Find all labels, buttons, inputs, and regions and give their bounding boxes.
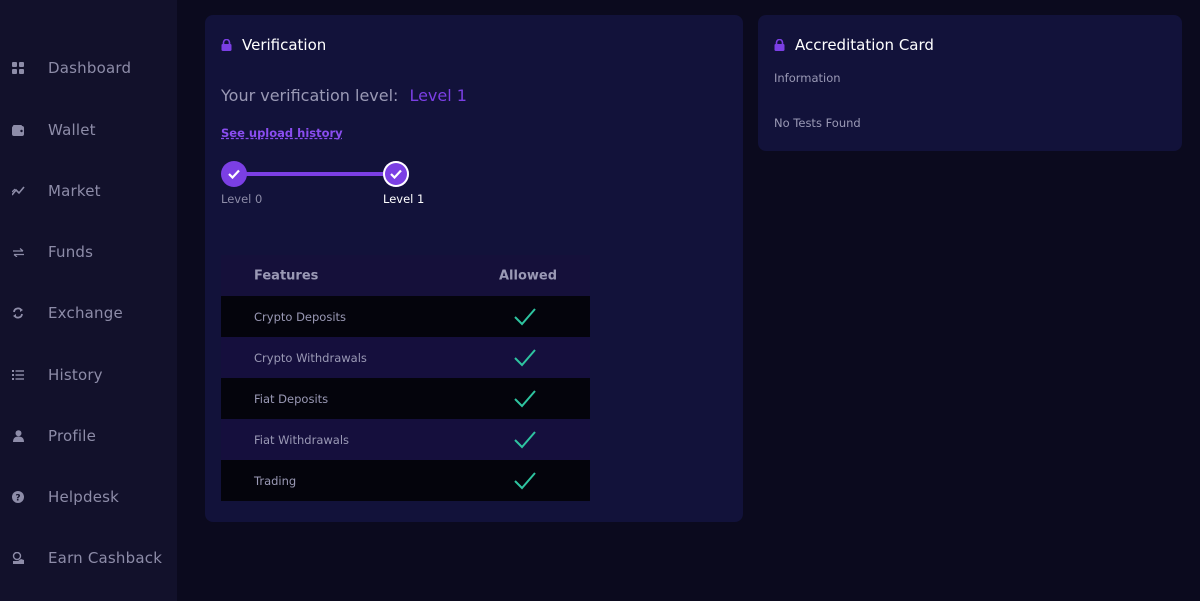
step-label-level-1: Level 1 [383, 192, 425, 206]
sidebar-item-label: Market [48, 182, 101, 200]
check-icon [514, 348, 536, 366]
sync-icon [11, 306, 25, 320]
features-table: Features Allowed Crypto Deposits Crypto … [221, 255, 590, 501]
feature-name: Trading [254, 473, 297, 488]
check-icon [228, 169, 240, 179]
cashback-icon [11, 551, 25, 565]
question-icon: ? [11, 490, 25, 504]
sidebar-item-wallet[interactable]: Wallet [0, 110, 177, 150]
accreditation-title: Accreditation Card [774, 36, 934, 54]
header-allowed: Allowed [499, 268, 558, 283]
verification-level-value: Level 1 [409, 86, 467, 105]
sidebar-item-history[interactable]: History [0, 355, 177, 395]
feature-name: Fiat Deposits [254, 391, 329, 406]
table-row: Crypto Deposits [221, 296, 590, 337]
svg-text:?: ? [15, 493, 20, 503]
upload-history-link[interactable]: See upload history [221, 126, 343, 140]
feature-name: Crypto Deposits [254, 309, 347, 324]
stepper-progress-line [240, 172, 388, 176]
table-row: Fiat Deposits [221, 378, 590, 419]
feature-name: Crypto Withdrawals [254, 350, 367, 365]
sidebar-item-market[interactable]: Market [0, 171, 177, 211]
sidebar-item-label: History [48, 366, 103, 384]
accreditation-title-text: Accreditation Card [795, 36, 934, 54]
sidebar-item-label: Funds [48, 243, 94, 261]
list-icon [11, 368, 25, 382]
sidebar-item-label: Earn Cashback [48, 549, 163, 567]
sidebar-item-exchange[interactable]: Exchange [0, 293, 177, 333]
grid-icon [11, 61, 25, 75]
step-level-1 [383, 161, 409, 187]
verification-title: Verification [221, 36, 326, 54]
check-icon [514, 389, 536, 407]
feature-name: Fiat Withdrawals [254, 432, 350, 447]
sidebar-item-label: Dashboard [48, 59, 132, 77]
sidebar-item-helpdesk[interactable]: ? Helpdesk [0, 477, 177, 517]
sidebar-item-label: Exchange [48, 304, 123, 322]
table-row: Crypto Withdrawals [221, 337, 590, 378]
sidebar-item-label: Profile [48, 427, 97, 445]
sidebar-item-label: Helpdesk [48, 488, 120, 506]
chart-line-icon [11, 184, 25, 198]
check-icon [514, 471, 536, 489]
step-level-0 [221, 161, 247, 187]
table-header: Features Allowed [221, 255, 590, 296]
lock-icon [774, 39, 785, 51]
header-features: Features [254, 268, 319, 283]
verification-level-label: Your verification level: [221, 86, 399, 105]
user-icon [11, 429, 25, 443]
verification-level: Your verification level: Level 1 [221, 86, 467, 105]
step-label-level-0: Level 0 [221, 192, 263, 206]
lock-icon [221, 39, 232, 51]
check-icon [514, 307, 536, 325]
sidebar-item-funds[interactable]: Funds [0, 232, 177, 272]
accreditation-info-label: Information [774, 71, 841, 85]
sidebar: Dashboard Wallet Market Funds Exchange H… [0, 0, 177, 601]
sidebar-item-label: Wallet [48, 121, 96, 139]
sidebar-item-dashboard[interactable]: Dashboard [0, 48, 177, 88]
sidebar-item-earn-cashback[interactable]: Earn Cashback [0, 538, 177, 578]
arrows-icon [11, 245, 25, 259]
table-row: Fiat Withdrawals [221, 419, 590, 460]
sidebar-item-profile[interactable]: Profile [0, 416, 177, 456]
table-row: Trading [221, 460, 590, 501]
wallet-icon [11, 123, 25, 137]
check-icon [390, 169, 402, 179]
check-icon [514, 430, 536, 448]
accreditation-empty-text: No Tests Found [774, 116, 861, 130]
verification-title-text: Verification [242, 36, 327, 54]
